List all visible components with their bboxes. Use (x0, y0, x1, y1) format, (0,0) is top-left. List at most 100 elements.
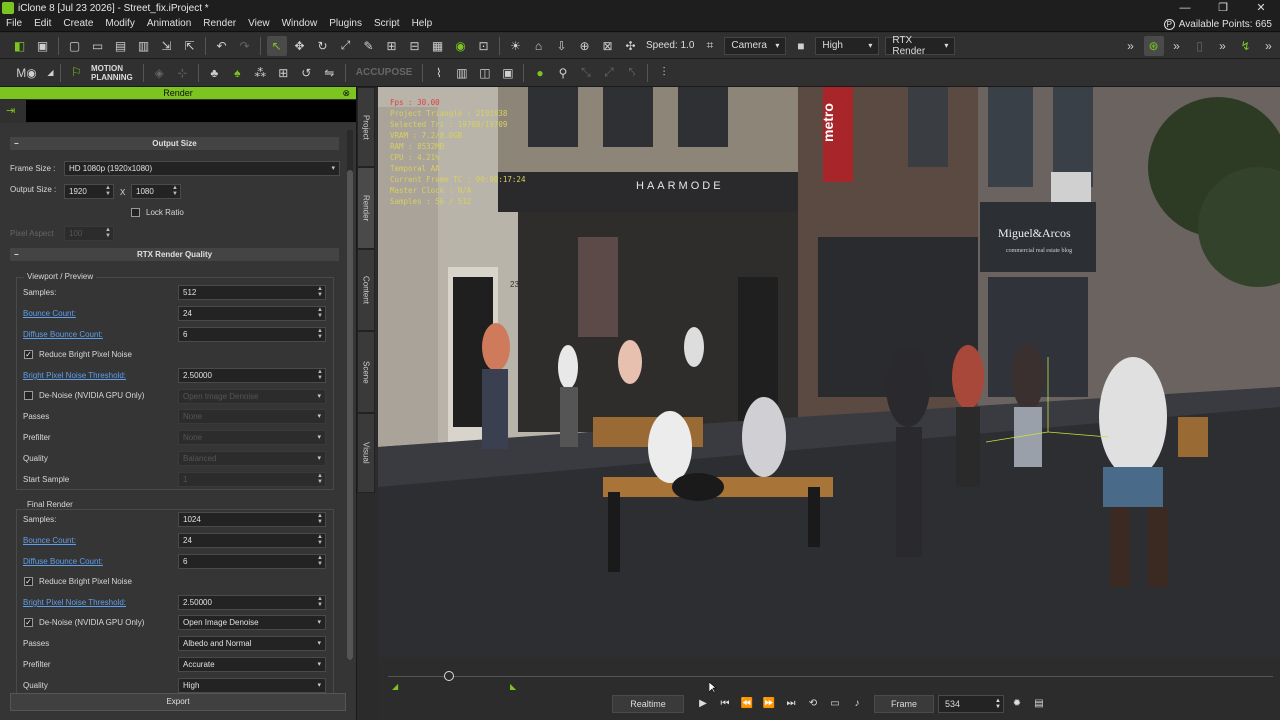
fr-passes-select[interactable]: Albedo and Normal ▾ (178, 636, 326, 651)
go-to-start-icon[interactable]: ⏮ (715, 695, 735, 713)
undo-icon[interactable]: ↶ (212, 36, 232, 56)
chart-icon[interactable]: ▥ (452, 63, 472, 83)
home-icon[interactable]: ⌂ (529, 36, 549, 56)
spinner-icon[interactable]: ▲ ▼ (316, 513, 324, 525)
vp-bounce-count-link[interactable]: Bounce Count: (23, 309, 76, 318)
fk-icon[interactable]: ⤢ (599, 63, 619, 83)
camera-move-icon[interactable]: ✣ (621, 36, 641, 56)
grid-array-icon[interactable]: ⊞ (273, 63, 293, 83)
iclone-mode-icon[interactable]: ◧ (10, 36, 30, 56)
vp-denoise-select[interactable]: Open Image Denoise ▾ (178, 389, 326, 404)
fr-prefilter-select[interactable]: Accurate ▾ (178, 657, 326, 672)
camera-lock-icon[interactable]: ⌗ (700, 36, 720, 56)
3d-viewport[interactable]: HAARMODE 23 metro Miguel&Arcos commercia… (378, 87, 1280, 657)
export-icon[interactable]: ⇱ (180, 36, 200, 56)
settings-gear-icon[interactable]: ✹ (1007, 695, 1027, 713)
mask-icon[interactable]: ◫ (475, 63, 495, 83)
select-arrow-icon[interactable]: ↖ (266, 35, 287, 56)
subtitle-icon[interactable]: ▭ (825, 695, 845, 713)
menu-window[interactable]: Window (276, 18, 324, 29)
download-icon[interactable]: ⇩ (552, 36, 572, 56)
move-icon[interactable]: ✥ (290, 36, 310, 56)
collapse-minus-icon[interactable]: − (14, 248, 19, 261)
panel-close-icon[interactable]: ⊗ (342, 87, 350, 99)
crowd-icon[interactable]: ♣ (204, 63, 224, 83)
fr-diffuse-bounce-link[interactable]: Diffuse Bounce Count: (23, 557, 103, 566)
start-marker-icon[interactable]: ◢ (392, 682, 398, 691)
sliders-icon[interactable]: ⫶ (654, 63, 674, 83)
import-icon[interactable]: ⇲ (157, 36, 177, 56)
menu-view[interactable]: View (242, 18, 276, 29)
ai-mode-icon[interactable]: ▣ (33, 36, 53, 56)
frame-mode-dropdown[interactable]: Frame (874, 695, 934, 713)
output-height-input[interactable]: 1080 ▲ ▼ (131, 184, 181, 199)
snap-icon[interactable]: ⊞ (382, 36, 402, 56)
available-points[interactable]: P Available Points: 665 (1163, 16, 1272, 32)
new-file-icon[interactable]: ▢ (65, 36, 85, 56)
menu-modify[interactable]: Modify (99, 18, 140, 29)
output-width-input[interactable]: 1920 ▲ ▼ (64, 184, 114, 199)
menu-create[interactable]: Create (57, 18, 99, 29)
timeline-track[interactable] (388, 676, 1273, 677)
spinner-icon[interactable]: ▲ ▼ (316, 369, 324, 381)
expand-toolbar-icon-3[interactable]: » (1213, 36, 1233, 56)
vp-diffuse-bounce-input[interactable]: 6 ▲ ▼ (178, 327, 326, 342)
tab-visual[interactable]: Visual (357, 413, 375, 493)
open-folder-icon[interactable]: ▭ (88, 36, 108, 56)
spinner-icon[interactable]: ▲ ▼ (316, 596, 324, 608)
scatter-icon[interactable]: ⁂ (250, 63, 270, 83)
lock-ratio-checkbox[interactable] (131, 208, 140, 217)
expand-toolbar-icon-2[interactable]: » (1167, 36, 1187, 56)
spinner-icon[interactable]: ▲ ▼ (171, 185, 179, 197)
vp-start-sample-input[interactable]: 1 ▲ ▼ (178, 472, 326, 487)
vp-reduce-noise-checkbox[interactable]: ✓ (24, 350, 33, 359)
rtx-quality-header[interactable]: − RTX Render Quality (10, 248, 339, 261)
tab-project[interactable]: Project (357, 87, 375, 167)
menu-script[interactable]: Script (368, 18, 406, 29)
scrollbar-thumb[interactable] (347, 170, 353, 660)
fr-diffuse-bounce-input[interactable]: 6 ▲ ▼ (178, 554, 326, 569)
frame-size-select[interactable]: HD 1080p (1920x1080) ▾ (64, 161, 340, 176)
maximize-button[interactable]: ❐ (1204, 0, 1242, 16)
timeline-scrubber[interactable] (444, 671, 454, 681)
fr-denoise-checkbox[interactable]: ✓ (24, 618, 33, 627)
play-icon[interactable]: ▶ (693, 695, 713, 713)
spinner-icon[interactable]: ▲ ▼ (316, 307, 324, 319)
group-icon[interactable]: ▦ (428, 36, 448, 56)
plugin-icon[interactable]: ↯ (1236, 36, 1256, 56)
render-mode-dropdown[interactable]: RTX Render ▾ (885, 35, 956, 57)
loop-icon[interactable]: ⟲ (803, 695, 823, 713)
save-as-icon[interactable]: ▥ (134, 36, 154, 56)
pixel-aspect-input[interactable]: 100 ▲ ▼ (64, 226, 114, 241)
vp-bounce-count-input[interactable]: 24 ▲ ▼ (178, 306, 326, 321)
minimize-button[interactable]: — (1166, 0, 1204, 16)
zoom-extents-icon[interactable]: ⊕ (575, 36, 595, 56)
collapse-icon[interactable]: ▯ (1190, 36, 1210, 56)
vp-prefilter-select[interactable]: None ▾ (178, 430, 326, 445)
spinner-icon[interactable]: ▲ ▼ (316, 534, 324, 546)
quality-dropdown[interactable]: High ▾ (815, 36, 880, 55)
crowd-sim-icon[interactable]: ♠ (227, 63, 247, 83)
export-button[interactable]: Export (10, 693, 346, 711)
reach-icon[interactable]: ⤣ (622, 63, 642, 83)
vp-samples-input[interactable]: 512 ▲ ▼ (178, 285, 326, 300)
tab-content[interactable]: Content (357, 249, 375, 331)
loop-icon[interactable]: ↺ (296, 63, 316, 83)
smart-search-icon[interactable]: ⊛ (1143, 35, 1164, 56)
music-note-icon[interactable]: ♪ (847, 695, 867, 713)
scale-icon[interactable]: ⤢ (336, 36, 356, 56)
end-marker-icon[interactable]: ◣ (510, 682, 516, 691)
rotate-icon[interactable]: ↻ (313, 36, 333, 56)
collapse-minus-icon[interactable]: − (14, 137, 19, 150)
align-icon[interactable]: ⊟ (405, 36, 425, 56)
brush-icon[interactable]: ✎ (359, 36, 379, 56)
expand-toolbar-icon[interactable]: » (1121, 36, 1141, 56)
timeline-panel-icon[interactable]: ▤ (1029, 695, 1049, 713)
realtime-button[interactable]: Realtime (612, 695, 684, 713)
vp-passes-select[interactable]: None ▾ (178, 409, 326, 424)
light-icon[interactable]: ☀ (506, 36, 526, 56)
motion-planning-button[interactable]: ⚐ MOTION PLANNING (71, 64, 133, 82)
tab-render[interactable]: Render (357, 167, 375, 249)
vp-denoise-checkbox[interactable] (24, 391, 33, 400)
previous-frame-icon[interactable]: ⏪ (737, 695, 757, 713)
